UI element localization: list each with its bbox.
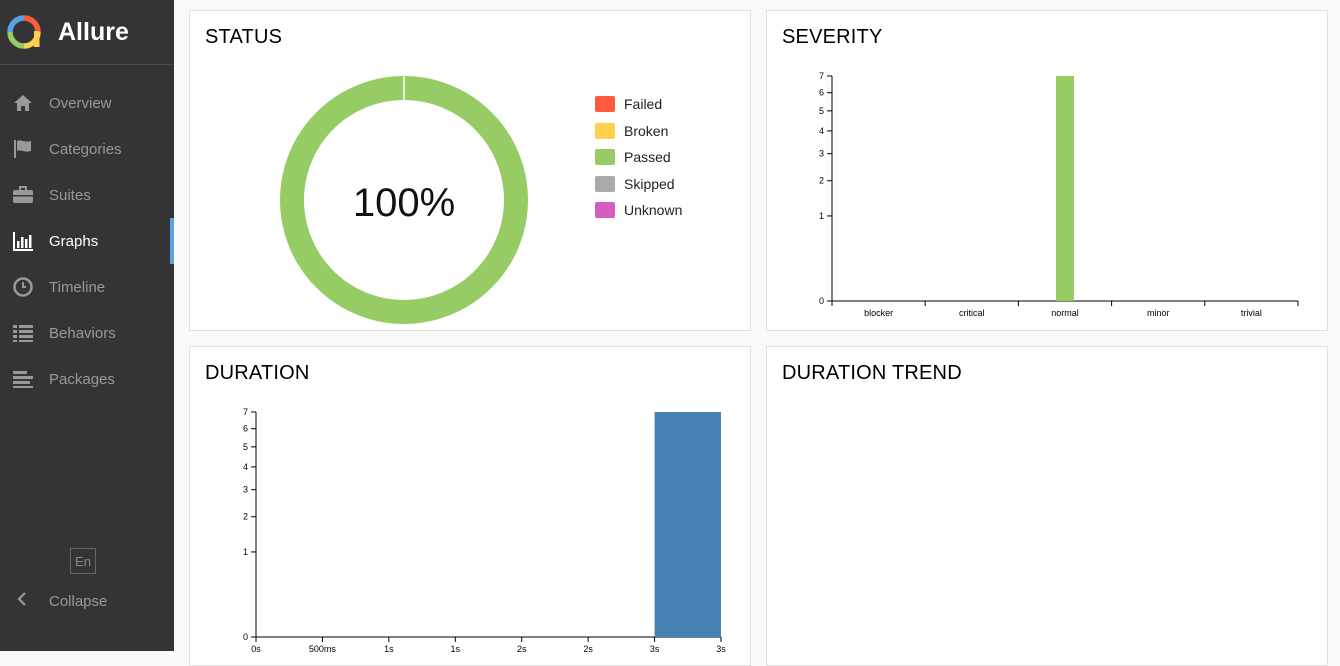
x-tick-label: 500ms — [309, 644, 337, 654]
y-tick-label: 4 — [819, 126, 824, 136]
duration-bar[interactable] — [654, 412, 721, 637]
legend-swatch — [595, 175, 615, 192]
sidebar-item-packages[interactable]: Packages — [0, 356, 174, 402]
sidebar-item-suites[interactable]: Suites — [0, 172, 174, 218]
legend-item-skipped[interactable]: Skipped — [595, 171, 682, 198]
x-tick-label: minor — [1147, 308, 1170, 318]
collapse-label: Collapse — [49, 593, 108, 610]
duration-histogram-chart: 0 1 2 3 4 5 6 7 0s 500ms 1s 1s 2s 2s 3s 3s — [243, 407, 726, 654]
status-legend: Failed Broken Passed Skipped Unknown — [595, 91, 682, 224]
x-tick-label: 3s — [650, 644, 660, 654]
legend-swatch — [595, 122, 615, 139]
y-tick-label: 6 — [819, 88, 824, 98]
sidebar: Allure Overview Categories Suites Graphs — [0, 0, 174, 651]
y-tick-label: 3 — [819, 149, 824, 159]
legend-label: Passed — [624, 149, 671, 166]
y-tick-label: 1 — [819, 211, 824, 221]
legend-swatch — [595, 202, 615, 219]
sidebar-item-overview[interactable]: Overview — [0, 80, 174, 126]
legend-label: Broken — [624, 122, 669, 139]
widget-title: DURATION TREND — [782, 362, 962, 384]
sidebar-item-label: Packages — [49, 370, 115, 388]
brand[interactable]: Allure — [0, 0, 174, 65]
x-tick-label: critical — [959, 308, 985, 318]
sidebar-item-graphs[interactable]: Graphs — [0, 218, 174, 264]
sidebar-item-label: Categories — [49, 140, 122, 158]
legend-item-passed[interactable]: Passed — [595, 144, 682, 171]
briefcase-icon — [12, 184, 34, 206]
duration-trend-widget: DURATION TREND — [766, 346, 1328, 666]
y-tick-label: 1 — [243, 547, 248, 557]
collapse-button[interactable]: Collapse — [12, 588, 107, 615]
x-tick-label: 2s — [517, 644, 527, 654]
allure-logo-icon — [7, 15, 41, 49]
status-widget: STATUS 100% Failed Broken Passed Skipped… — [189, 10, 751, 331]
sidebar-nav: Overview Categories Suites Graphs Timeli… — [0, 80, 174, 402]
y-tick-label: 3 — [243, 485, 248, 495]
legend-item-failed[interactable]: Failed — [595, 91, 682, 118]
list-icon — [12, 322, 34, 344]
language-selector[interactable]: En — [70, 548, 96, 574]
legend-label: Skipped — [624, 175, 675, 192]
x-tick-label: trivial — [1241, 308, 1262, 318]
y-tick-label: 0 — [243, 632, 248, 642]
app-name: Allure — [58, 17, 129, 46]
duration-widget: DURATION 0 1 2 3 4 5 6 7 0s 500ms 1s 1s 2s 2s 3s 3s — [189, 346, 751, 666]
severity-bar[interactable] — [1056, 76, 1074, 301]
y-tick-label: 6 — [243, 424, 248, 434]
y-tick-label: 7 — [243, 407, 248, 417]
align-left-icon — [12, 368, 34, 390]
bar-chart-icon — [12, 230, 34, 252]
legend-label: Failed — [624, 96, 663, 113]
y-tick-label: 0 — [819, 296, 824, 306]
y-tick-label: 2 — [819, 176, 824, 186]
sidebar-item-label: Overview — [49, 94, 112, 112]
severity-bar-chart: 0 1 2 3 4 5 6 7 blocker critical normal minor trivia… — [819, 71, 1299, 318]
y-tick-label: 5 — [243, 442, 248, 452]
x-tick-label: 2s — [583, 644, 593, 654]
x-tick-label: 0s — [251, 644, 261, 654]
home-icon — [12, 92, 34, 114]
chevron-left-icon — [12, 588, 34, 615]
severity-widget: SEVERITY 0 1 2 3 4 5 6 7 blocker critical normal mi… — [766, 10, 1328, 331]
sidebar-item-label: Behaviors — [49, 324, 116, 342]
sidebar-item-label: Suites — [49, 186, 91, 204]
y-tick-label: 2 — [243, 512, 248, 522]
x-tick-label: 1s — [384, 644, 394, 654]
sidebar-item-label: Timeline — [49, 278, 106, 296]
legend-swatch — [595, 149, 615, 166]
legend-label: Unknown — [624, 202, 683, 219]
sidebar-item-categories[interactable]: Categories — [0, 126, 174, 172]
x-tick-label: blocker — [864, 308, 893, 318]
clock-icon — [12, 276, 34, 298]
x-tick-label: 1s — [451, 644, 461, 654]
sidebar-item-behaviors[interactable]: Behaviors — [0, 310, 174, 356]
legend-item-broken[interactable]: Broken — [595, 118, 682, 145]
flag-icon — [12, 138, 34, 160]
x-tick-label: normal — [1051, 308, 1079, 318]
y-tick-label: 7 — [819, 71, 824, 81]
legend-item-unknown[interactable]: Unknown — [595, 197, 682, 224]
sidebar-item-timeline[interactable]: Timeline — [0, 264, 174, 310]
sidebar-item-label: Graphs — [49, 232, 99, 250]
x-tick-label: 3s — [716, 644, 726, 654]
y-tick-label: 5 — [819, 106, 824, 116]
legend-swatch — [595, 96, 615, 113]
y-tick-label: 4 — [243, 462, 248, 472]
status-center-label: 100% — [353, 181, 455, 225]
